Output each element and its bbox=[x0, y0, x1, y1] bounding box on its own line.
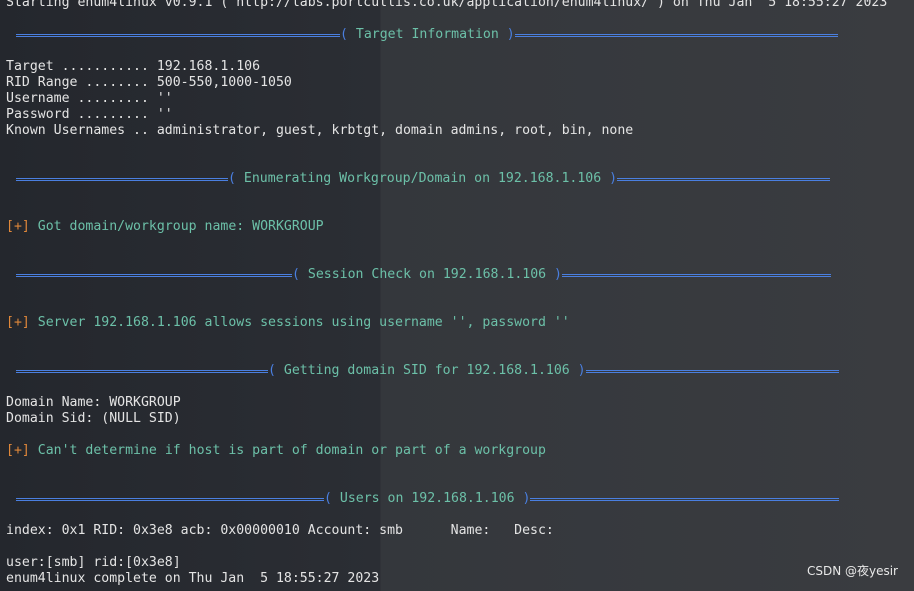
cant-determine-line: [+] Can't determine if host is part of d… bbox=[6, 443, 546, 458]
section-header-workgroup: ( Enumerating Workgroup/Domain on 192.16… bbox=[6, 171, 887, 187]
section-header-sid: ( Getting domain SID for 192.168.1.106 ) bbox=[6, 363, 887, 379]
watermark: CSDN @夜yesir bbox=[806, 564, 898, 578]
session-ok-line: [+] Server 192.168.1.106 allows sessions… bbox=[6, 315, 570, 330]
password-line: Password ......... '' bbox=[6, 107, 173, 122]
section-header-users: ( Users on 192.168.1.106 ) bbox=[6, 491, 887, 507]
known-usernames-line: Known Usernames .. administrator, guest,… bbox=[6, 123, 634, 138]
rid-range-line: RID Range ........ 500-550,1000-1050 bbox=[6, 75, 292, 90]
user-rid-line: user:[smb] rid:[0x3e8] bbox=[6, 555, 181, 570]
user-index-line: index: 0x1 RID: 0x3e8 acb: 0x00000010 Ac… bbox=[6, 523, 554, 538]
section-header-target: ( Target Information ) bbox=[6, 27, 887, 43]
domain-name-line: Domain Name: WORKGROUP bbox=[6, 395, 181, 410]
got-domain-line: [+] Got domain/workgroup name: WORKGROUP bbox=[6, 219, 324, 234]
section-header-session: ( Session Check on 192.168.1.106 ) bbox=[6, 267, 887, 283]
start-line: Starting enum4linux v0.9.1 ( http://labs… bbox=[6, 0, 888, 10]
terminal-output: Starting enum4linux v0.9.1 ( http://labs… bbox=[6, 0, 887, 587]
username-line: Username ......... '' bbox=[6, 91, 173, 106]
target-line: Target ........... 192.168.1.106 bbox=[6, 59, 261, 74]
domain-sid-line: Domain Sid: (NULL SID) bbox=[6, 411, 181, 426]
complete-line: enum4linux complete on Thu Jan 5 18:55:2… bbox=[6, 571, 380, 586]
